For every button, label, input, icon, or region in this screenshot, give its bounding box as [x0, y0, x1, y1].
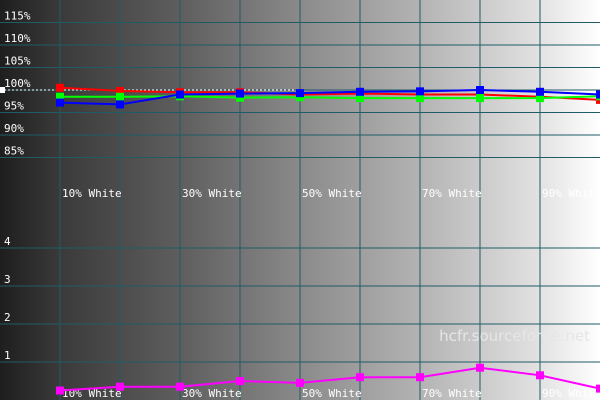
y-tick-label: 2	[4, 311, 11, 324]
data-point-blue	[116, 100, 124, 109]
data-point-blue	[356, 87, 364, 96]
data-point-green	[476, 94, 484, 103]
data-point-blue	[236, 89, 244, 98]
x-category-label: 50% White	[302, 387, 362, 400]
y-tick-label: 105%	[4, 55, 31, 68]
data-point-blue	[56, 98, 64, 107]
data-point-blue	[536, 87, 544, 96]
x-category-label: 90% White	[542, 387, 600, 400]
y-tick-label: 90%	[4, 122, 24, 135]
data-point-magenta	[56, 386, 64, 395]
x-category-label: 70% White	[422, 387, 482, 400]
data-point-blue	[476, 86, 484, 94]
x-category-label: 30% White	[182, 187, 242, 200]
data-point-magenta	[416, 373, 424, 382]
x-category-label: 70% White	[422, 187, 482, 200]
watermark: hcfr.sourceforge.net	[439, 327, 590, 345]
reference-marker	[0, 87, 5, 93]
data-point-blue	[176, 90, 184, 99]
data-point-magenta	[236, 377, 244, 385]
grayscale-calibration-chart: 85% 90% 95% 100% 105% 110% 115% 10% White 30% Wh…	[0, 0, 600, 400]
data-point-magenta	[596, 384, 600, 393]
x-category-label: 30% White	[182, 387, 242, 400]
x-category-label: 10% White	[62, 187, 122, 200]
y-tick-label: 115%	[4, 10, 31, 23]
y-tick-label: 100%	[4, 77, 31, 90]
data-point-magenta	[356, 373, 364, 382]
y-tick-label: 110%	[4, 32, 31, 45]
data-point-magenta	[176, 382, 184, 391]
data-point-red	[56, 83, 64, 92]
data-point-green	[116, 92, 124, 101]
x-category-label: 50% White	[302, 187, 362, 200]
y-tick-label: 85%	[4, 145, 24, 158]
y-tick-label: 4	[4, 235, 11, 248]
y-tick-label: 3	[4, 273, 11, 286]
y-tick-label: 1	[4, 349, 11, 362]
data-point-magenta	[476, 363, 484, 372]
data-point-magenta	[296, 378, 304, 387]
data-point-magenta	[116, 382, 124, 391]
y-tick-label: 95%	[4, 100, 24, 113]
x-category-label: 90% White	[542, 187, 600, 200]
data-point-blue	[416, 87, 424, 96]
data-point-magenta	[536, 371, 544, 380]
data-point-blue	[296, 89, 304, 98]
data-point-blue	[596, 90, 600, 99]
